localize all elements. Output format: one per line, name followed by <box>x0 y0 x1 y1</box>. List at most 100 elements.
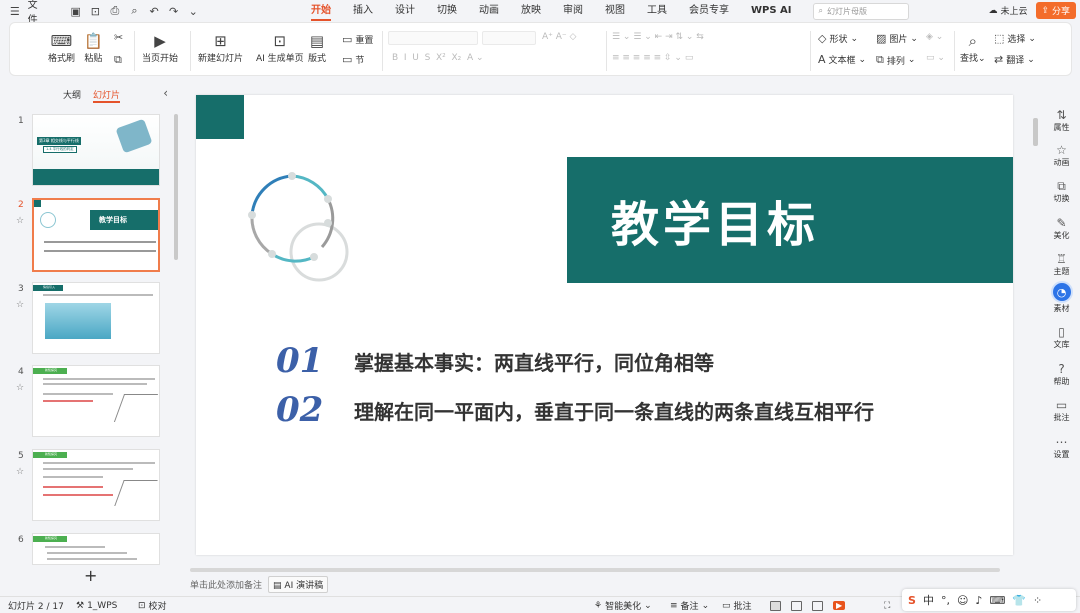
section-button[interactable]: ▭ 节 <box>342 53 364 66</box>
ime-language[interactable]: 中 <box>923 592 934 608</box>
tab-insert[interactable]: 插入 <box>342 0 384 22</box>
fill-button[interactable]: ◈ ⌄ <box>926 32 943 42</box>
font-size-buttons[interactable]: A⁺ A⁻ ◇ <box>542 32 576 42</box>
redo-icon[interactable]: ↷ <box>167 4 181 18</box>
select-button[interactable]: ⬚ 选择 ⌄ <box>994 32 1036 45</box>
panel-scrollbar[interactable] <box>174 114 178 260</box>
tab-home[interactable]: 开始 <box>300 0 342 22</box>
align-buttons[interactable]: ≡ ≡ ≡ ≡ ≡ ⇳ ⌄ ▭ <box>612 53 693 63</box>
sidebar-item-beautify[interactable]: ✎ 美化 <box>1043 216 1080 241</box>
tab-review[interactable]: 审阅 <box>552 0 594 22</box>
font-size-select[interactable] <box>482 31 536 45</box>
star-icon[interactable]: ☆ <box>16 300 24 310</box>
slide-thumbnail[interactable]: 第3章 相交线与平行线 1.4 平行线的判定 <box>32 114 160 186</box>
textbox-button[interactable]: A 文本框 ⌄ <box>818 53 866 66</box>
paste-button[interactable]: 📋 粘贴 <box>84 27 103 64</box>
sidebar-item-library[interactable]: ▯ 文库 <box>1043 325 1080 350</box>
sidebar-item-theme[interactable]: ♖ 主题 <box>1043 252 1080 277</box>
theme-name[interactable]: ⚒ 1_WPS <box>76 597 117 613</box>
reset-button[interactable]: ▭ 重置 <box>342 33 373 46</box>
tab-outline[interactable]: 大纲 <box>63 88 81 103</box>
cut-button[interactable]: ✂ <box>114 31 123 44</box>
sidebar-item-transition[interactable]: ⧉ 切换 <box>1043 179 1080 204</box>
tab-wps-ai[interactable]: WPS AI <box>740 0 803 22</box>
normal-view-icon[interactable] <box>770 600 781 611</box>
slide-thumbnail[interactable]: 新知探究 <box>32 365 160 437</box>
sidebar-item-materials[interactable]: ◔ 素材 <box>1043 281 1080 314</box>
reading-view-icon[interactable] <box>812 600 823 611</box>
sorter-view-icon[interactable] <box>791 600 802 611</box>
smart-beautify-button[interactable]: ⚘ 智能美化 ⌄ <box>594 597 652 613</box>
star-icon[interactable]: ☆ <box>16 216 24 226</box>
tab-tools[interactable]: 工具 <box>636 0 678 22</box>
slide[interactable]: 教学目标 01 掌握基本事实：两直线平行，同位角相等 02 理解在同一平面内，垂… <box>196 95 1013 555</box>
voice-icon[interactable]: ♪ <box>975 594 982 607</box>
menu-icon[interactable]: ☰ <box>8 4 22 18</box>
outline-button[interactable]: ▭ ⌄ <box>926 53 945 63</box>
format-painter-button[interactable]: ⌨ 格式刷 <box>48 27 75 64</box>
notes-placeholder[interactable]: 单击此处添加备注 <box>190 578 262 591</box>
export-icon[interactable]: ⊡ <box>89 4 103 18</box>
punctuation-icon[interactable]: °, <box>941 594 950 607</box>
sogou-icon[interactable]: S <box>908 594 916 607</box>
print-icon[interactable]: ⎙ <box>108 4 122 18</box>
arrange-button[interactable]: ⧉ 排列 ⌄ <box>876 53 915 67</box>
objective-item[interactable]: 02 理解在同一平面内，垂直于同一条直线的两条直线互相平行 <box>276 390 874 430</box>
translate-button[interactable]: ⇄ 翻译 ⌄ <box>994 53 1035 66</box>
picture-button[interactable]: ▨ 图片 ⌄ <box>876 32 918 45</box>
star-icon[interactable]: ☆ <box>16 467 24 477</box>
shape-button[interactable]: ◇ 形状 ⌄ <box>818 32 858 45</box>
keyboard-icon[interactable]: ⌨ <box>989 594 1005 607</box>
list-buttons[interactable]: ☰ ⌄ ☰ ⌄ ⇤ ⇥ ⇅ ⌄ ⇆ <box>612 32 704 42</box>
tab-member[interactable]: 会员专享 <box>678 0 740 22</box>
chevron-down-icon[interactable]: ⌄ <box>186 4 200 18</box>
font-family-select[interactable] <box>388 31 478 45</box>
font-style-buttons[interactable]: B I U S X² X₂ A ⌄ <box>392 53 484 63</box>
tab-slides[interactable]: 幻灯片 <box>93 88 121 103</box>
tab-animation[interactable]: 动画 <box>468 0 510 22</box>
slide-thumbnail[interactable]: 新知探究 <box>32 533 160 565</box>
canvas-vertical-scrollbar[interactable] <box>1033 118 1038 146</box>
canvas-horizontal-scrollbar[interactable] <box>190 568 1000 572</box>
tools-icon[interactable]: ⁘ <box>1033 594 1042 607</box>
sidebar-item-settings[interactable]: ⋯ 设置 <box>1043 435 1080 460</box>
tab-slideshow[interactable]: 放映 <box>510 0 552 22</box>
proof-button[interactable]: ⊡ 校对 <box>138 597 167 613</box>
ai-generate-button[interactable]: ⊡ AI 生成单页 <box>256 27 304 64</box>
add-slide-button[interactable]: + <box>84 566 97 585</box>
tab-design[interactable]: 设计 <box>384 0 426 22</box>
search-input[interactable]: ⌕ 幻灯片母版 <box>812 2 909 20</box>
ribbon-toolbar: ⌨ 格式刷 📋 粘贴 ✂ ⧉ ▶ 当页开始 ⊞ 新建幻灯片 ⊡ AI 生成单页 … <box>9 22 1072 76</box>
new-slide-button[interactable]: ⊞ 新建幻灯片 <box>198 27 243 64</box>
notes-toggle[interactable]: ≡ 备注 ⌄ <box>670 597 709 613</box>
sidebar-item-help[interactable]: ? 帮助 <box>1043 362 1080 387</box>
collapse-panel-icon[interactable]: ‹ <box>163 86 168 100</box>
fit-window-icon[interactable]: ⛶ <box>884 597 890 613</box>
tab-transition[interactable]: 切换 <box>426 0 468 22</box>
star-icon[interactable]: ☆ <box>16 383 24 393</box>
sidebar-item-comments[interactable]: ▭ 批注 <box>1043 398 1080 423</box>
play-from-current-button[interactable]: ▶ 当页开始 <box>142 27 178 64</box>
find-button[interactable]: ⌕ 查找⌄ <box>960 27 986 64</box>
sidebar-item-properties[interactable]: ⇅ 属性 <box>1043 108 1080 133</box>
slide-thumbnail[interactable]: 情境引入 <box>32 282 160 354</box>
print-preview-icon[interactable]: ⌕ <box>128 4 142 18</box>
copy-button[interactable]: ⧉ <box>114 53 122 67</box>
cloud-status[interactable]: ☁ 未上云 <box>989 4 1028 18</box>
sidebar-item-animation[interactable]: ☆ 动画 <box>1043 143 1080 168</box>
slideshow-play-icon[interactable]: ▶ <box>833 601 846 610</box>
share-button[interactable]: ⇪ 分享 <box>1035 2 1076 19</box>
layout-button[interactable]: ▤ 版式 <box>308 27 326 64</box>
tab-view[interactable]: 视图 <box>594 0 636 22</box>
emoji-icon[interactable]: ☺ <box>957 594 968 607</box>
save-icon[interactable]: ▣ <box>69 4 83 18</box>
comments-toggle[interactable]: ▭ 批注 <box>722 597 752 613</box>
undo-icon[interactable]: ↶ <box>147 4 161 18</box>
slide-title-box[interactable]: 教学目标 <box>567 157 1013 283</box>
ai-speech-button[interactable]: ▤ AI 演讲稿 <box>268 576 329 593</box>
skin-icon[interactable]: 👕 <box>1012 594 1026 607</box>
objective-item[interactable]: 01 掌握基本事实：两直线平行，同位角相等 <box>276 341 714 381</box>
slide-number: 2 <box>18 200 24 210</box>
slide-thumbnail-selected[interactable]: 教学目标 <box>32 198 160 272</box>
slide-thumbnail[interactable]: 新知探究 <box>32 449 160 521</box>
